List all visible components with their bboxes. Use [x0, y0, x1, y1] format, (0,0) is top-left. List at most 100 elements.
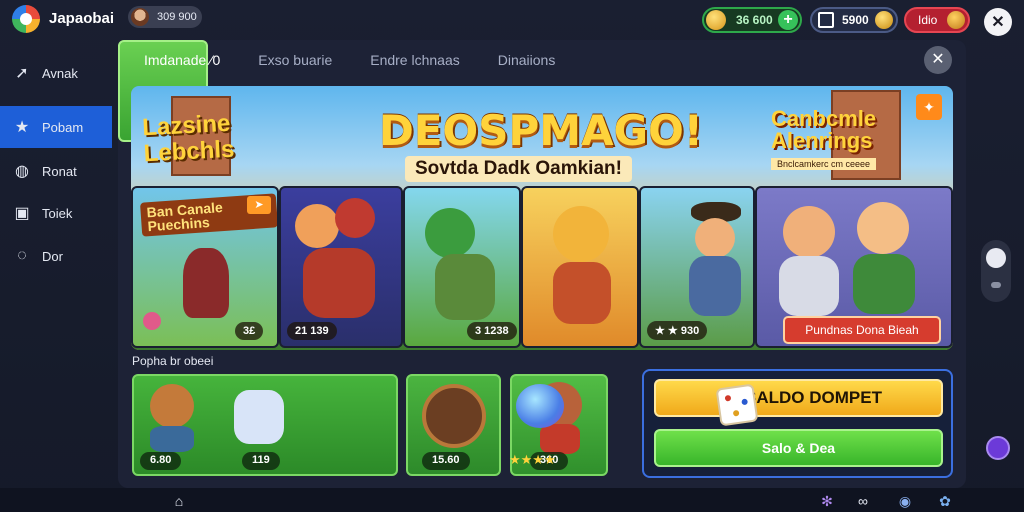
tab-exso-buarie[interactable]: Exso buarie [258, 52, 332, 68]
fox-body-illustration [553, 262, 611, 324]
adventurer-body-illustration [689, 256, 741, 316]
game-card[interactable]: ★ ★ 930 [639, 186, 755, 348]
mage-illustration [234, 390, 284, 444]
game-card[interactable]: Ban Canale Puechins ➤ 3£ [131, 186, 279, 348]
sidebar-item-dor[interactable]: ◌ Dor [0, 235, 63, 277]
offer-card[interactable]: 15.60 [406, 374, 501, 476]
sparkle-badge-icon[interactable]: ✦ [916, 94, 942, 120]
wallet-button-label: SALDO DOMPET [745, 388, 882, 407]
sale-button-label: Salo & Dea [761, 440, 836, 456]
sidebar-item-label: Avnak [42, 65, 78, 81]
logo-right-subtext: Bnclcamkerc cm ceeee [771, 158, 877, 170]
game-card[interactable]: 3 1238 [403, 186, 521, 348]
goblin-head-illustration [425, 208, 475, 258]
hero-face-illustration [295, 204, 339, 248]
elf-face-illustration [857, 202, 909, 254]
pinwheel-icon[interactable]: ✻ [818, 492, 836, 510]
hero-face-illustration [783, 206, 835, 258]
featured-banner[interactable]: Lazsine Lebchls DEOSPMAGO! Sovtda Dadk O… [131, 86, 953, 350]
coin-icon [706, 10, 726, 30]
red-currency-value: Idio [918, 13, 938, 27]
goblin-body-illustration [435, 254, 495, 320]
globe-icon: ◍ [15, 163, 29, 180]
profile-coins-value: 309 900 [157, 11, 197, 23]
section-label: Popha br obeei [132, 354, 214, 368]
purple-orb-icon[interactable] [986, 436, 1010, 460]
orb-icon[interactable]: ◉ [896, 492, 914, 510]
sidebar-item-avnak[interactable]: ➚ Avnak [0, 52, 78, 94]
wallet-panel: SALDO DOMPET Salo & Dea [642, 369, 953, 478]
tab-endre-lchnaas[interactable]: Endre lchnaas [370, 52, 460, 68]
fox-head-illustration [553, 206, 609, 262]
card-price: 21 139 [287, 322, 337, 340]
dice-icon [715, 383, 759, 427]
game-card[interactable]: 21 139 [279, 186, 403, 348]
logo-left-text: Lazsine Lebchls [141, 109, 236, 168]
loop-icon[interactable]: ∞ [854, 492, 872, 510]
sidebar-item-label: Toiek [42, 205, 73, 221]
bag-icon[interactable] [986, 248, 1006, 268]
mid-currency-value: 5900 [842, 13, 869, 27]
avatar[interactable] [131, 8, 149, 26]
gold-coin-icon [875, 11, 893, 29]
porthole-illustration [422, 384, 486, 448]
card-price: 3 1238 [467, 322, 517, 340]
offer-card[interactable]: 6.80 119 [132, 374, 398, 476]
offer-price: 6.80 [140, 452, 182, 470]
rating-stars: ★★★★ [509, 452, 556, 467]
game-card[interactable] [521, 186, 639, 348]
wallet-button[interactable]: SALDO DOMPET [654, 379, 943, 427]
game-shell: Japaobai 309 900 36 600 + 5900 Idio ✕ ➚ … [0, 0, 1024, 512]
red-currency-counter[interactable]: Idio [904, 7, 970, 33]
sidebar-item-label: Pobam [42, 119, 84, 135]
tab-bar: Imdanade ⁄0 Exso buarie Endre lchnaas Di… [144, 52, 593, 68]
add-currency-button[interactable]: + [778, 10, 798, 30]
offer-price: 119 [242, 452, 280, 470]
featured-heroes-card[interactable]: Pundnas Dona Bieah [755, 186, 953, 348]
right-rail[interactable] [981, 240, 1011, 302]
cat-body-illustration [540, 424, 580, 454]
profile-coins-pill[interactable]: 309 900 [128, 6, 202, 28]
green-currency-value: 36 600 [736, 13, 773, 27]
app-logo-icon[interactable] [12, 5, 40, 33]
adventurer-face-illustration [695, 218, 735, 258]
game-logo-left: Lazsine Lebchls [141, 109, 273, 182]
app-title: Japaobai [49, 10, 115, 27]
sidebar-item-label: Dor [42, 248, 63, 264]
chart-icon [818, 12, 834, 28]
sidebar-item-toiek[interactable]: ▣ Toiek [0, 192, 72, 234]
sale-button[interactable]: Salo & Dea [654, 429, 943, 467]
top-bar: Japaobai 309 900 36 600 + 5900 Idio ✕ [0, 0, 1024, 38]
flower-illustration [143, 312, 161, 330]
hero-body-illustration [779, 256, 839, 316]
close-button[interactable]: ✕ [924, 46, 952, 74]
arrow-icon: ➚ [15, 65, 29, 82]
arrow-badge-icon: ➤ [247, 196, 271, 214]
promo-button[interactable]: Pundnas Dona Bieah [783, 316, 941, 344]
offer-price: 15.60 [422, 452, 470, 470]
mid-currency-counter[interactable]: 5900 [810, 7, 898, 33]
star-icon: ★ [14, 119, 30, 136]
chat-icon: ◌ [17, 247, 27, 264]
box-icon: ▣ [14, 205, 30, 222]
hero-character-illustration [183, 248, 229, 318]
gem-coin-icon [947, 11, 965, 29]
crystal-pet-illustration[interactable] [516, 384, 564, 428]
elf-body-illustration [853, 254, 915, 314]
tab-imdanade[interactable]: Imdanade ⁄0 [144, 52, 220, 68]
card-price: ★ ★ 930 [647, 321, 708, 340]
store-panel: Imdanade ⁄0 Exso buarie Endre lchnaas Di… [118, 40, 966, 488]
shield-icon[interactable]: ✕ [984, 8, 1012, 36]
cat-warrior-illustration [150, 384, 194, 428]
flower-icon[interactable]: ✿ [936, 492, 954, 510]
cat-armor-illustration [150, 426, 194, 452]
sidebar-item-ronat[interactable]: ◍ Ronat [0, 150, 77, 192]
pirate-hat-illustration [335, 198, 375, 238]
sidebar-item-pobam[interactable]: ★ Pobam [0, 106, 112, 148]
green-currency-counter[interactable]: 36 600 + [702, 7, 802, 33]
sidebar-item-label: Ronat [42, 163, 77, 179]
tab-dinaiions[interactable]: Dinaiions [498, 52, 556, 68]
banner-title: DEOSPMAGO! [379, 106, 703, 155]
handle-icon[interactable] [991, 282, 1001, 288]
home-icon[interactable]: ⌂ [170, 492, 188, 510]
